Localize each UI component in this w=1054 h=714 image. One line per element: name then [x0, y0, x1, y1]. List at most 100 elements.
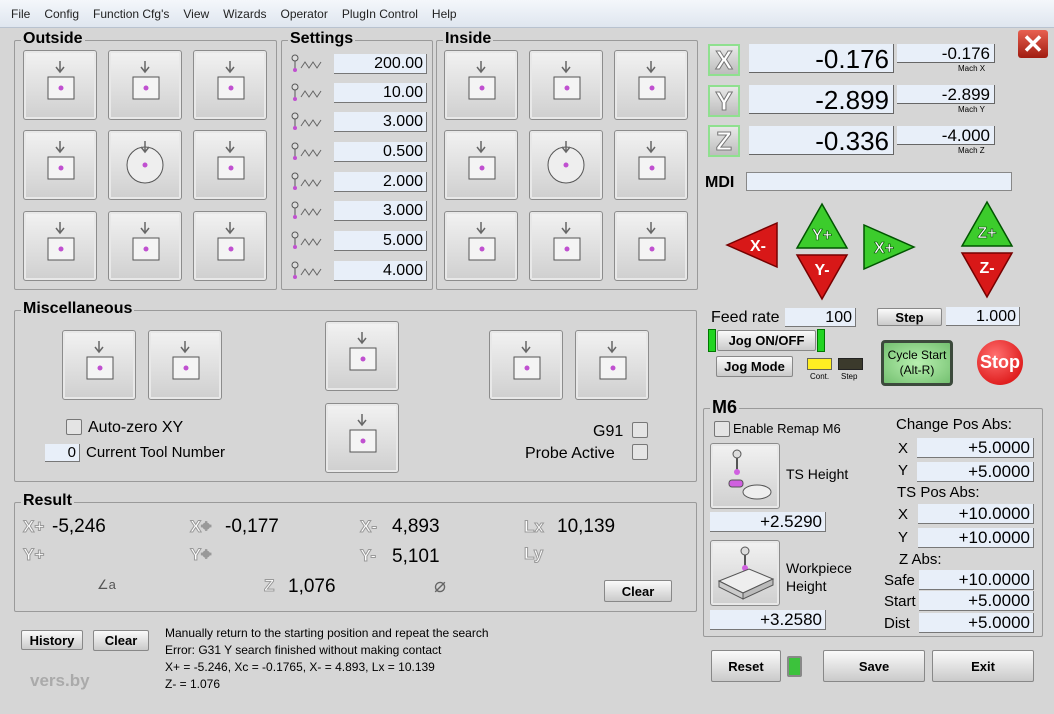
inside-x-minus-y-minus-button[interactable]: [614, 50, 688, 120]
probe-diameter-input[interactable]: 4.000: [334, 261, 427, 281]
xy-distance-input[interactable]: 5.000: [334, 231, 427, 251]
zero-x-button[interactable]: X: [708, 44, 740, 76]
auto-zero-checkbox[interactable]: [66, 419, 82, 435]
zero-z-button[interactable]: Z: [708, 125, 740, 157]
workpiece-height-button[interactable]: [710, 540, 780, 606]
menu-help[interactable]: Help: [425, 7, 464, 21]
inside-x-plus-y-minus-button[interactable]: [444, 50, 518, 120]
enable-remap-checkbox[interactable]: [714, 421, 730, 437]
cycle-start-label: Cycle Start: [887, 348, 947, 362]
jog-x-plus-button[interactable]: X+: [862, 223, 916, 271]
dist-z-input[interactable]: +5.0000: [919, 613, 1034, 633]
ly-glyph: Ly: [523, 544, 544, 564]
menu-plugin-control[interactable]: PlugIn Control: [335, 7, 425, 21]
start-z-input[interactable]: +5.0000: [919, 591, 1034, 611]
g91-label: G91: [593, 423, 624, 440]
inside-x-minus-button[interactable]: [614, 130, 688, 200]
ts-pos-x[interactable]: +10.0000: [918, 504, 1034, 524]
workpiece-height-label: Workpiece Height: [786, 560, 852, 594]
jog-onoff-button[interactable]: Jog ON/OFF: [717, 330, 816, 351]
inside-x-plus-y-plus-button[interactable]: [444, 211, 518, 281]
outside-x-plus-y-plus-button[interactable]: [23, 211, 97, 281]
jog-x-minus-button[interactable]: X-: [725, 221, 779, 269]
reset-button[interactable]: Reset: [711, 650, 781, 682]
inside-x-minus-y-plus-button[interactable]: [614, 211, 688, 281]
outside-y-plus-button[interactable]: [108, 211, 182, 281]
step-led: [838, 358, 863, 370]
step-button[interactable]: Step: [877, 308, 942, 326]
jog-z-minus-button[interactable]: Z-: [960, 251, 1014, 299]
feed-fast-input[interactable]: 200.00: [334, 54, 427, 74]
inside-y-plus-button[interactable]: [529, 211, 603, 281]
mach-x: -0.176: [897, 44, 995, 63]
probe-icon: [547, 141, 585, 184]
tool-number-label: Current Tool Number: [86, 444, 225, 461]
dro-y[interactable]: -2.899: [749, 85, 894, 115]
ts-pos-y[interactable]: +10.0000: [918, 528, 1034, 548]
change-pos-y[interactable]: +5.0000: [917, 462, 1034, 482]
probe-icon: [126, 141, 164, 184]
measure-lx-button[interactable]: [62, 330, 136, 400]
mdi-input[interactable]: [746, 172, 1012, 191]
menu-view[interactable]: View: [176, 7, 216, 21]
menu-operator[interactable]: Operator: [274, 7, 335, 21]
probe-icon: [86, 341, 114, 380]
tool-number-input[interactable]: 0: [45, 444, 80, 462]
probe-depth-input[interactable]: 3.000: [334, 112, 427, 132]
cycle-start-button[interactable]: Cycle Start (Alt-R): [881, 340, 953, 386]
result-clear-button[interactable]: Clear: [604, 580, 672, 602]
inside-center-button[interactable]: [529, 130, 603, 200]
feed-rate-label: Feed rate: [711, 309, 780, 326]
save-button[interactable]: Save: [823, 650, 925, 682]
history-button[interactable]: History: [21, 630, 83, 650]
feed-slow-icon: [287, 79, 329, 105]
outside-y-minus-button[interactable]: [108, 50, 182, 120]
z-clearance-input[interactable]: 2.000: [334, 172, 427, 192]
outside-x-minus-y-plus-button[interactable]: [193, 211, 267, 281]
outside-x-plus-button[interactable]: [23, 130, 97, 200]
probe-z-button[interactable]: [325, 321, 399, 391]
outside-x-minus-y-minus-button[interactable]: [193, 50, 267, 120]
step-input[interactable]: 1.000: [946, 307, 1020, 326]
probe-active-checkbox[interactable]: [632, 444, 648, 460]
inside-y-minus-button[interactable]: [529, 50, 603, 120]
ts-height-button[interactable]: [710, 443, 780, 509]
retract-input[interactable]: 0.500: [334, 142, 427, 162]
inside-ly-button[interactable]: [575, 330, 649, 400]
menu-file[interactable]: File: [4, 7, 37, 21]
log-clear-button[interactable]: Clear: [93, 630, 149, 651]
tool-setter-button[interactable]: [325, 403, 399, 473]
jog-y-plus-button[interactable]: Y+: [795, 202, 849, 250]
outside-x-minus-button[interactable]: [193, 130, 267, 200]
outside-center-button[interactable]: [108, 130, 182, 200]
change-pos-x[interactable]: +5.0000: [917, 438, 1034, 458]
jog-mode-button[interactable]: Jog Mode: [716, 356, 793, 377]
zero-y-button[interactable]: Y: [708, 85, 740, 117]
menu-config[interactable]: Config: [37, 7, 86, 21]
g91-checkbox[interactable]: [632, 422, 648, 438]
z-abs-label: Z Abs:: [899, 551, 942, 568]
close-icon[interactable]: ✕: [1018, 30, 1048, 58]
enable-remap-label: Enable Remap M6: [733, 421, 841, 436]
stop-button[interactable]: Stop: [977, 340, 1023, 385]
jog-y-minus-button[interactable]: Y-: [795, 253, 849, 301]
inside-lx-button[interactable]: [489, 330, 563, 400]
inside-x-plus-button[interactable]: [444, 130, 518, 200]
feed-slow-input[interactable]: 10.00: [334, 83, 427, 103]
dro-z[interactable]: -0.336: [749, 126, 894, 156]
menu-wizards[interactable]: Wizards: [216, 7, 273, 21]
edge-offset-icon: [287, 197, 329, 223]
feed-rate-input[interactable]: 100: [785, 308, 856, 327]
edge-offset-input[interactable]: 3.000: [334, 201, 427, 221]
jog-z-plus-button[interactable]: Z+: [960, 200, 1014, 248]
outside-x-plus-y-minus-button[interactable]: [23, 50, 97, 120]
menu-function-cfgs[interactable]: Function Cfg's: [86, 7, 176, 21]
exit-button[interactable]: Exit: [932, 650, 1034, 682]
svg-text:X-: X-: [750, 238, 766, 255]
mach-y-label: Mach Y: [958, 105, 985, 114]
safe-z-input[interactable]: +10.0000: [919, 570, 1034, 590]
workpiece-height-value[interactable]: +3.2580: [710, 610, 826, 630]
ts-height-value[interactable]: +2.5290: [710, 512, 826, 532]
measure-ly-button[interactable]: [148, 330, 222, 400]
dro-x[interactable]: -0.176: [749, 44, 894, 74]
